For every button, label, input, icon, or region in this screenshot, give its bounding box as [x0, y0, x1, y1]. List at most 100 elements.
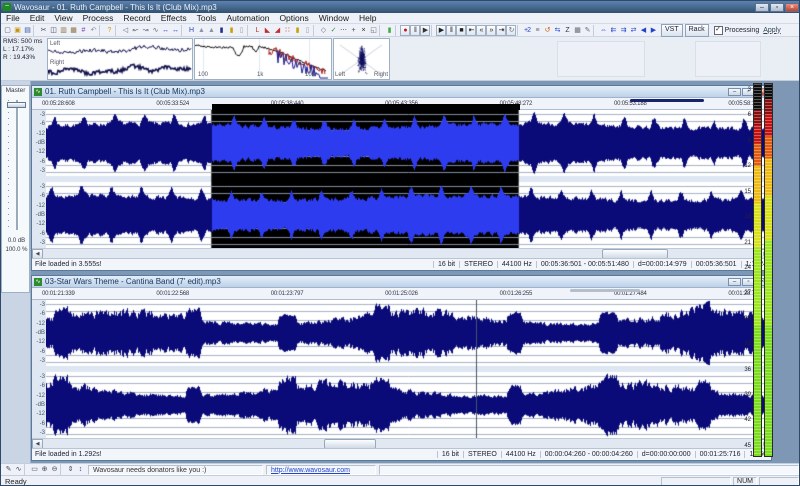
- scroll-left-button[interactable]: ⇇: [608, 25, 618, 36]
- marker-h-button[interactable]: H: [186, 25, 196, 36]
- new-file-button[interactable]: ▢: [2, 25, 12, 36]
- waveform-display-1[interactable]: [46, 110, 771, 248]
- select-tool-button[interactable]: ◇: [318, 25, 328, 36]
- swap-channels-button[interactable]: ⇆: [552, 25, 562, 36]
- loop-start-button[interactable]: ◣: [262, 25, 272, 36]
- menu-item-process[interactable]: Process: [78, 13, 119, 23]
- menu-item-automation[interactable]: Automation: [221, 13, 274, 23]
- erase-loop-button[interactable]: ▯: [302, 25, 312, 36]
- text-tool-button[interactable]: ≡: [532, 25, 542, 36]
- wavosaur-link[interactable]: http://www.wavosaur.com: [266, 465, 376, 475]
- swap-view-button[interactable]: ⇄: [628, 25, 638, 36]
- waveform-display-2[interactable]: [46, 300, 771, 438]
- rewind-button[interactable]: «: [476, 25, 486, 36]
- erase-markers-button[interactable]: ▯: [236, 25, 246, 36]
- maximize-button[interactable]: ▫: [770, 3, 784, 12]
- vst-button[interactable]: VST: [661, 24, 683, 37]
- record-play-button[interactable]: ▶: [420, 25, 430, 36]
- spectrum-analyzer-panel[interactable]: 100 1k 10k: [194, 38, 332, 80]
- rms-history-panel[interactable]: Left Right: [47, 38, 193, 80]
- play-button[interactable]: ▶: [436, 25, 446, 36]
- save-file-button[interactable]: ▤: [22, 25, 32, 36]
- pause-button[interactable]: ‖: [446, 25, 456, 36]
- wave-window-2-titlebar[interactable]: ∿ 03-Star Wars Theme - Cantina Band (7' …: [32, 276, 771, 288]
- forward-button[interactable]: »: [486, 25, 496, 36]
- copy-button[interactable]: ◫: [48, 25, 58, 36]
- record-pause-button[interactable]: ‖: [410, 25, 420, 36]
- menu-item-view[interactable]: View: [49, 13, 77, 23]
- new-window-button[interactable]: ◱: [368, 25, 378, 36]
- status-cell-00-01-25-716: 00:01:25:716: [695, 451, 745, 458]
- monitor-button[interactable]: ▮: [384, 25, 394, 36]
- rack-button[interactable]: Rack: [685, 24, 709, 37]
- more-options-button[interactable]: ⋯: [338, 25, 348, 36]
- next-sample-button[interactable]: ▶: [648, 25, 658, 36]
- master-slider-thumb[interactable]: [7, 102, 26, 108]
- validate-button[interactable]: ✓: [328, 25, 338, 36]
- minimize-button[interactable]: –: [755, 3, 769, 12]
- seek-back-button[interactable]: ↜: [130, 25, 140, 36]
- zoom-in-button[interactable]: ⊕: [39, 464, 49, 475]
- zoom-out-button[interactable]: ⊖: [49, 464, 59, 475]
- wave-window-2-minimize-button[interactable]: –: [728, 278, 741, 286]
- help-button[interactable]: ?: [104, 25, 114, 36]
- pen-tool-button[interactable]: ✎: [3, 464, 13, 475]
- marker-next-button[interactable]: ▲: [206, 25, 216, 36]
- loop-markers-button[interactable]: ∷: [282, 25, 292, 36]
- go-start-button[interactable]: ⇤: [466, 25, 476, 36]
- menu-item-file[interactable]: File: [1, 13, 25, 23]
- close-button[interactable]: ×: [785, 3, 799, 12]
- wave-window-2-ruler[interactable]: 00:01:21:33900:01:22:56800:01:23:79700:0…: [32, 288, 771, 300]
- wave-window-1-minimize-button[interactable]: –: [728, 88, 741, 96]
- marker-add-button[interactable]: ▲: [196, 25, 206, 36]
- master-slider-track[interactable]: [16, 100, 19, 230]
- fit-horizontal-button[interactable]: ⇔: [598, 25, 608, 36]
- loop-end-button[interactable]: ◢: [272, 25, 282, 36]
- lock-markers-button[interactable]: ▮: [226, 25, 236, 36]
- seek-forward-button[interactable]: ↝: [140, 25, 150, 36]
- go-end-button[interactable]: ⇥: [496, 25, 506, 36]
- wave-window-1-titlebar[interactable]: ∿ 01. Ruth Campbell - This Is It (Club M…: [32, 86, 771, 98]
- vertical-zoom-out-button[interactable]: ↕: [75, 464, 85, 475]
- menu-item-options[interactable]: Options: [274, 13, 313, 23]
- menu-item-record[interactable]: Record: [118, 13, 155, 23]
- delete-button[interactable]: ×: [358, 25, 368, 36]
- extend-selection-right-button[interactable]: ↔: [170, 25, 180, 36]
- lock-loop-button[interactable]: ▮: [292, 25, 302, 36]
- paste-insert-button[interactable]: ▦: [68, 25, 78, 36]
- wavosaur-link-text[interactable]: http://www.wavosaur.com: [271, 467, 350, 474]
- goniometer-panel[interactable]: Left Right: [333, 38, 390, 80]
- prev-sample-button[interactable]: ◀: [638, 25, 648, 36]
- open-file-button[interactable]: ▣: [12, 25, 22, 36]
- menu-item-effects[interactable]: Effects: [156, 13, 192, 23]
- add-button[interactable]: +: [348, 25, 358, 36]
- processing-checkbox[interactable]: ✓: [714, 26, 723, 35]
- paste-mix-button[interactable]: #: [78, 25, 88, 36]
- smooth-button[interactable]: ∿: [150, 25, 160, 36]
- batch-button[interactable]: +2: [522, 25, 532, 36]
- cut-button[interactable]: ✂: [38, 25, 48, 36]
- extend-selection-left-button[interactable]: ↔: [160, 25, 170, 36]
- stop-button[interactable]: ■: [456, 25, 466, 36]
- grid-button[interactable]: ▦: [572, 25, 582, 36]
- loop-button[interactable]: L: [252, 25, 262, 36]
- paste-button[interactable]: ▥: [58, 25, 68, 36]
- region-button[interactable]: ▮: [216, 25, 226, 36]
- zoom-selection-button[interactable]: ▭: [29, 464, 39, 475]
- undo-button[interactable]: ↶: [88, 25, 98, 36]
- resample-button[interactable]: ↺: [542, 25, 552, 36]
- pipette-button[interactable]: ✎: [582, 25, 592, 36]
- menu-item-help[interactable]: Help: [354, 13, 381, 23]
- speaker-button[interactable]: ◁: [120, 25, 130, 36]
- vertical-zoom-in-button[interactable]: ⇕: [65, 464, 75, 475]
- app-titlebar[interactable]: ~ Wavosaur - 01. Ruth Campbell - This Is…: [1, 1, 800, 13]
- apply-button[interactable]: Apply: [763, 27, 781, 34]
- menu-item-tools[interactable]: Tools: [192, 13, 222, 23]
- record-button[interactable]: ●: [400, 25, 410, 36]
- loop-playback-button[interactable]: ↻: [506, 25, 516, 36]
- menu-item-window[interactable]: Window: [314, 13, 354, 23]
- draw-wave-button[interactable]: ∿: [13, 464, 23, 475]
- scroll-right-button[interactable]: ⇉: [618, 25, 628, 36]
- zero-crossing-button[interactable]: Z: [562, 25, 572, 36]
- menu-item-edit[interactable]: Edit: [25, 13, 50, 23]
